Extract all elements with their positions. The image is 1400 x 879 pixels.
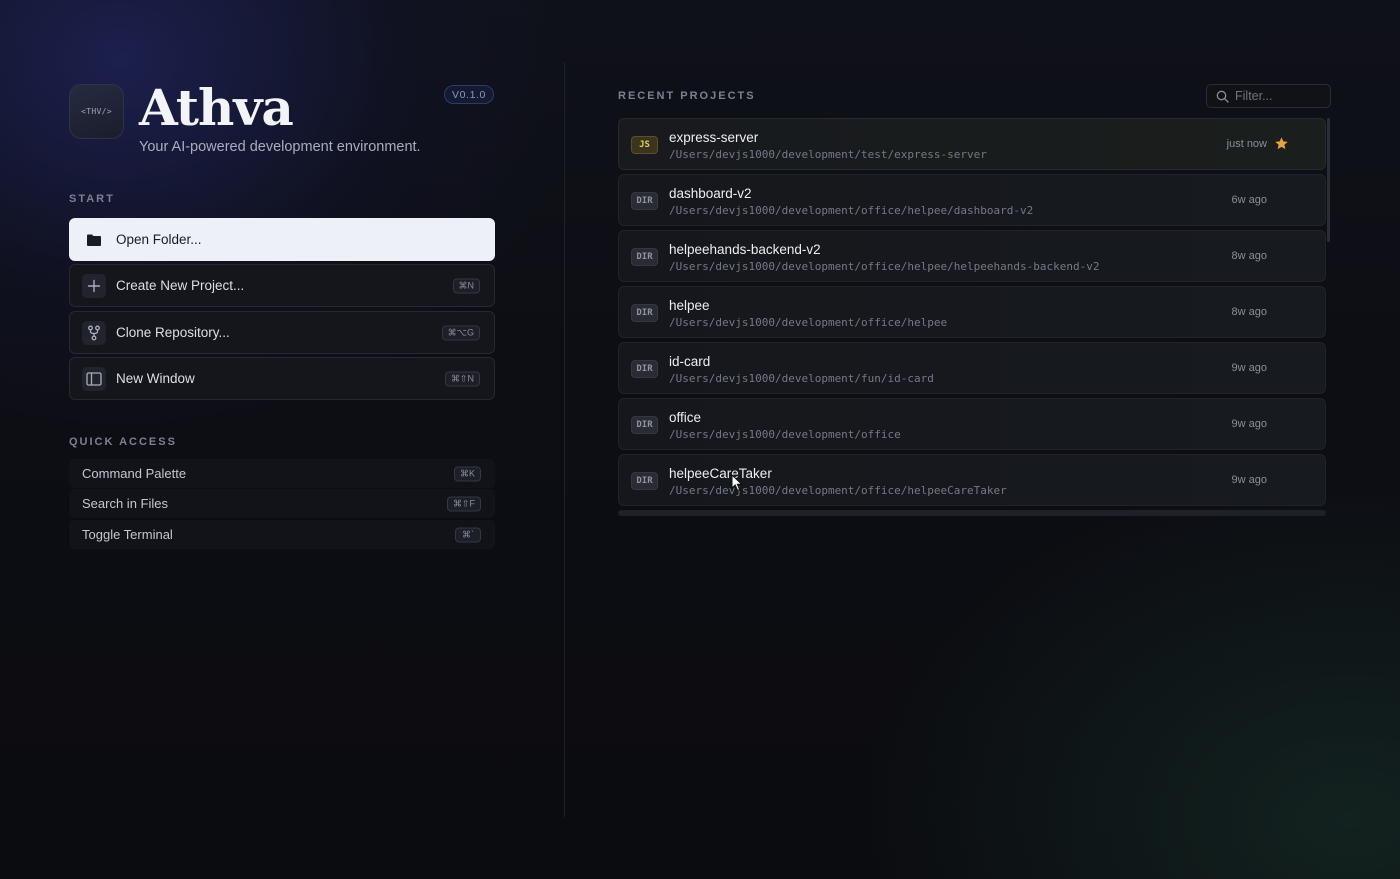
project-type-badge: DIR: [631, 192, 658, 210]
clone-repository-button[interactable]: Clone Repository... ⌘⌥G: [69, 311, 495, 354]
project-path: /Users/devjs1000/development/office/help…: [669, 484, 1007, 497]
mouse-cursor-icon: [731, 473, 743, 497]
search-icon: [1216, 90, 1229, 103]
git-branch-icon: [82, 320, 106, 345]
toggle-terminal-item[interactable]: Toggle Terminal ⌘`: [69, 520, 495, 549]
project-type-badge: JS: [631, 136, 658, 154]
filter-box[interactable]: [1206, 84, 1331, 108]
project-time: 8w ago: [1231, 250, 1267, 262]
filter-input[interactable]: [1233, 88, 1327, 104]
shortcut-badge: ⌘⇧N: [444, 371, 480, 386]
project-path: /Users/devjs1000/development/test/expres…: [669, 148, 987, 161]
plus-icon: [82, 273, 106, 298]
project-type-badge: DIR: [631, 304, 658, 322]
project-path: /Users/devjs1000/development/office/help…: [669, 204, 1034, 217]
search-in-files-label: Search in Files: [82, 496, 168, 511]
project-row-helpeecaretaker[interactable]: DIR helpeeCareTaker /Users/devjs1000/dev…: [618, 454, 1326, 506]
command-palette-item[interactable]: Command Palette ⌘K: [69, 459, 495, 488]
app-title: Athva: [139, 78, 294, 137]
project-time: 9w ago: [1231, 474, 1267, 486]
project-path: /Users/devjs1000/development/office/help…: [669, 260, 1100, 273]
clone-repository-label: Clone Repository...: [116, 325, 230, 340]
project-type-badge: DIR: [631, 416, 658, 434]
project-name: id-card: [669, 354, 711, 369]
project-row-office[interactable]: DIR office /Users/devjs1000/development/…: [618, 398, 1326, 450]
shortcut-badge: ⌘`: [455, 527, 481, 542]
star-icon[interactable]: [1274, 136, 1289, 156]
recent-projects-label: RECENT PROJECTS: [618, 90, 756, 102]
project-name: express-server: [669, 130, 759, 145]
project-name: office: [669, 410, 702, 425]
project-name: helpee: [669, 298, 710, 313]
shortcut-badge: ⌘N: [452, 278, 480, 293]
create-new-project-label: Create New Project...: [116, 278, 245, 293]
column-divider: [564, 62, 565, 817]
project-type-badge: DIR: [631, 360, 658, 378]
shortcut-badge: ⌘K: [453, 466, 481, 481]
project-time: 6w ago: [1231, 194, 1267, 206]
create-new-project-button[interactable]: Create New Project... ⌘N: [69, 264, 495, 307]
folder-icon: [82, 228, 106, 252]
project-row-helpee[interactable]: DIR helpee /Users/devjs1000/development/…: [618, 286, 1326, 338]
project-list-scrollbar-vertical[interactable]: [1327, 118, 1330, 242]
shortcut-badge: ⌘⇧F: [446, 496, 481, 511]
project-row-helpeehands-backend-v2[interactable]: DIR helpeehands-backend-v2 /Users/devjs1…: [618, 230, 1326, 282]
open-folder-button[interactable]: Open Folder...: [69, 218, 495, 261]
project-path: /Users/devjs1000/development/fun/id-card: [669, 372, 934, 385]
toggle-terminal-label: Toggle Terminal: [82, 527, 173, 542]
new-window-button[interactable]: New Window ⌘⇧N: [69, 357, 495, 400]
project-type-badge: DIR: [631, 472, 658, 490]
project-row-id-card[interactable]: DIR id-card /Users/devjs1000/development…: [618, 342, 1326, 394]
project-path: /Users/devjs1000/development/office/help…: [669, 316, 948, 329]
project-time: 9w ago: [1231, 362, 1267, 374]
project-list-scrollbar-horizontal[interactable]: [618, 510, 1326, 516]
start-section-label: START: [69, 193, 115, 205]
shortcut-badge: ⌘⌥G: [441, 325, 480, 340]
project-row-express-server[interactable]: JS express-server /Users/devjs1000/devel…: [618, 118, 1326, 170]
window-icon: [82, 366, 106, 391]
project-name: helpeeCareTaker: [669, 466, 772, 481]
search-in-files-item[interactable]: Search in Files ⌘⇧F: [69, 489, 495, 518]
open-folder-label: Open Folder...: [116, 232, 202, 247]
new-window-label: New Window: [116, 371, 195, 386]
quick-access-section-label: QUICK ACCESS: [69, 436, 177, 448]
app-logo: <THV/>: [69, 84, 124, 139]
app-tagline: Your AI-powered development environment.: [139, 139, 421, 155]
project-time: 9w ago: [1231, 418, 1267, 430]
project-type-badge: DIR: [631, 248, 658, 266]
version-badge: V0.1.0: [444, 85, 494, 104]
command-palette-label: Command Palette: [82, 466, 187, 481]
project-row-dashboard-v2[interactable]: DIR dashboard-v2 /Users/devjs1000/develo…: [618, 174, 1326, 226]
project-path: /Users/devjs1000/development/office: [669, 428, 901, 441]
project-name: dashboard-v2: [669, 186, 752, 201]
project-name: helpeehands-backend-v2: [669, 242, 821, 257]
project-time: just now: [1226, 138, 1267, 150]
project-time: 8w ago: [1231, 306, 1267, 318]
